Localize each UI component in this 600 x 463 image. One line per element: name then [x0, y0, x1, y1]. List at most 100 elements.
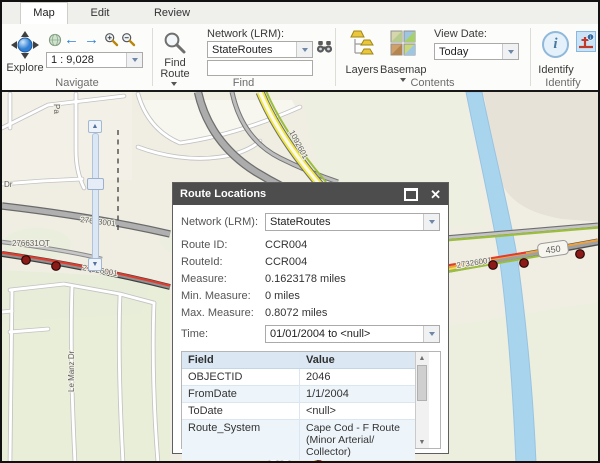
previous-extent-button[interactable]: ←	[64, 32, 79, 48]
scrollbar-up-arrow[interactable]: ▲	[416, 352, 428, 364]
dlg-routeid2-label: RouteId:	[181, 256, 223, 268]
group-label-find: Find	[232, 77, 255, 89]
table-cell-value: Cape Cod - F Route (Minor Arterial/ Coll…	[306, 422, 400, 458]
basemap-icon	[390, 30, 416, 56]
chevron-down-icon	[131, 58, 138, 62]
app-window: Map Edit Review Explore ← → 1: 9,028 Na…	[0, 0, 600, 463]
chevron-down-icon	[507, 49, 514, 54]
find-route-locate-button[interactable]	[316, 40, 333, 59]
dlg-routeid2-value: CCR004	[265, 256, 308, 268]
dlg-min-measure-value: 0 miles	[265, 290, 300, 302]
dlg-network-combo[interactable]: StateRoutes	[265, 213, 440, 231]
view-date-dropdown-button[interactable]	[502, 44, 518, 59]
identify-button[interactable]: i	[542, 31, 569, 58]
zoom-out-icon	[122, 33, 136, 47]
full-extent-button[interactable]	[48, 33, 62, 52]
dlg-measure-value: 0.1623178 miles	[265, 273, 346, 285]
dlg-measure-label: Measure:	[181, 273, 227, 285]
view-date-label: View Date:	[434, 28, 487, 40]
identify-route-locations-icon: i	[579, 33, 595, 49]
tab-map[interactable]: Map	[20, 2, 68, 25]
dlg-time-combo[interactable]: 01/01/2004 to <null>	[265, 325, 440, 343]
dlg-routeid-label: Route ID:	[181, 239, 228, 251]
street-label: Le Manz Dr	[67, 350, 76, 392]
dialog-header[interactable]: Route Locations ✕	[173, 183, 448, 205]
ribbon-tab-bar: Map Edit Review	[2, 2, 598, 25]
network-lrm-value: StateRoutes	[212, 43, 273, 56]
dlg-network-value: StateRoutes	[270, 216, 331, 228]
street-label: Pa	[52, 104, 61, 114]
binoculars-icon	[316, 41, 333, 53]
chevron-down-icon	[428, 332, 435, 336]
group-label-navigate: Navigate	[55, 77, 99, 89]
dlg-max-measure-label: Max. Measure:	[181, 307, 254, 319]
table-header-row: Field Value	[182, 352, 415, 369]
network-lrm-combo[interactable]: StateRoutes	[207, 41, 313, 58]
basemap-button[interactable]	[390, 30, 416, 61]
table-cell-field: FromDate	[182, 386, 300, 402]
dlg-time-label: Time:	[181, 328, 209, 340]
dlg-network-dropdown-button[interactable]	[423, 214, 439, 230]
next-extent-button[interactable]: →	[84, 32, 99, 48]
chevron-down-icon	[301, 47, 308, 52]
table-row[interactable]: ToDate <null>	[182, 403, 415, 420]
identify-route-locations-tool[interactable]: i	[576, 31, 596, 52]
view-date-combo[interactable]: Today	[434, 43, 519, 60]
zoom-in-icon	[105, 33, 119, 47]
chevron-down-icon	[428, 220, 435, 224]
table-cell-field: Route_System	[182, 420, 300, 460]
table-cell-field: OBJECTID	[182, 369, 300, 385]
layers-button[interactable]	[348, 30, 375, 63]
dlg-max-measure-value: 0.8072 miles	[265, 307, 328, 319]
table-cell-value: 2046	[306, 371, 331, 383]
basemap-label: Basemap	[380, 64, 427, 76]
dlg-routeid-value: CCR004	[265, 239, 308, 251]
scrollbar-down-arrow[interactable]: ▼	[416, 436, 428, 448]
table-header-value: Value	[306, 354, 335, 366]
network-lrm-dropdown-button[interactable]	[296, 42, 312, 57]
network-lrm-label: Network (LRM):	[207, 28, 285, 40]
map-zoom-slider-track[interactable]	[92, 133, 99, 260]
explore-button[interactable]	[10, 30, 40, 60]
table-cell-field: ToDate	[182, 403, 300, 419]
layers-label: Layers	[345, 64, 379, 76]
group-label-identify: Identify	[545, 77, 581, 89]
map-scale-combo[interactable]: 1 : 9,028	[46, 52, 143, 68]
tab-review[interactable]: Review	[134, 2, 210, 24]
fixed-zoom-in-button[interactable]	[104, 32, 119, 52]
table-cell-value: <null>	[306, 405, 336, 417]
map-zoom-in-slider-button[interactable]: ▲	[88, 120, 102, 133]
table-cell-value: 1/1/2004	[306, 388, 349, 400]
table-scrollbar[interactable]: ▲ ▼	[415, 352, 429, 448]
attribute-table: Field Value OBJECTID 2046 FromDate 1/1/2…	[181, 351, 441, 460]
view-date-value: Today	[439, 45, 469, 58]
map-scale-dropdown-button[interactable]	[126, 53, 142, 67]
table-row[interactable]: Route_System Cape Cod - F Route (Minor A…	[182, 420, 415, 460]
ribbon: Explore ← → 1 : 9,028 Navigate Find Rout…	[2, 24, 598, 90]
dlg-min-measure-label: Min. Measure:	[181, 290, 251, 302]
scrollbar-thumb[interactable]	[417, 365, 427, 401]
route-locations-dialog: Route Locations ✕ Network (LRM): StateRo…	[172, 182, 449, 460]
dlg-time-dropdown-button[interactable]	[423, 326, 439, 342]
street-label: Dr	[4, 180, 13, 189]
map-zoom-slider-thumb[interactable]	[87, 178, 104, 190]
tab-edit[interactable]: Edit	[66, 2, 134, 24]
find-route-button[interactable]	[163, 31, 187, 60]
identify-i-icon: i	[553, 36, 558, 52]
table-header-field: Field	[182, 352, 300, 368]
fixed-zoom-out-button[interactable]	[121, 32, 136, 52]
shield-label: 450	[545, 243, 561, 255]
table-row[interactable]: FromDate 1/1/2004	[182, 386, 415, 403]
explore-label: Explore	[6, 62, 44, 74]
identify-label: Identify	[538, 64, 574, 76]
table-row[interactable]: OBJECTID 2046	[182, 369, 415, 386]
close-icon[interactable]: ✕	[430, 188, 441, 201]
route-value-input[interactable]	[207, 60, 313, 76]
maximize-icon[interactable]	[404, 187, 419, 201]
map-zoom-out-slider-button[interactable]: ▼	[88, 258, 102, 271]
route-id-label: 276631OT	[12, 239, 50, 248]
find-route-magnifier-icon	[164, 32, 186, 54]
dialog-title: Route Locations	[180, 188, 267, 200]
group-label-contents: Contents	[410, 77, 455, 89]
dlg-time-value: 01/01/2004 to <null>	[270, 328, 371, 340]
